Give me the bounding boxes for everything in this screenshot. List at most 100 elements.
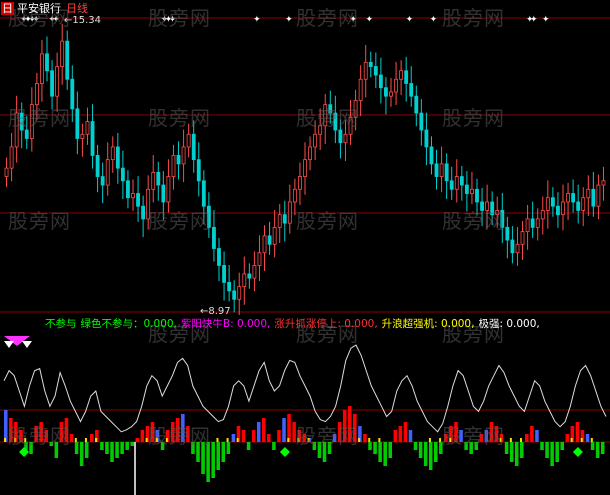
candle-body — [454, 176, 459, 190]
candle-body — [414, 95, 419, 114]
candle-body — [298, 176, 302, 190]
candle-body — [75, 108, 80, 139]
candle-body — [343, 133, 348, 144]
candle-body — [556, 205, 560, 216]
candle-body — [232, 290, 237, 300]
histogram-bar — [585, 434, 590, 442]
histogram-bar — [231, 434, 236, 442]
histogram-bar — [418, 442, 423, 458]
watermark: 股旁网 — [442, 106, 505, 130]
candle-body — [4, 167, 9, 177]
signal-marker: ✦ — [365, 15, 373, 25]
candle-body — [378, 74, 383, 89]
signal-dot — [226, 438, 229, 442]
histogram-bar — [378, 442, 382, 462]
signal-dot — [4, 438, 6, 442]
candle-body — [470, 188, 474, 194]
signal-dot — [84, 438, 87, 442]
histogram-bar — [241, 430, 246, 442]
candle-body — [70, 78, 75, 110]
signal-triangle — [22, 341, 32, 348]
legend-entry: 不参与 — [45, 318, 77, 330]
legend-entry: 紫阳快牛B: 0.000, — [180, 318, 271, 330]
signal-marker: ✦ — [406, 15, 414, 25]
histogram-bar — [267, 434, 271, 442]
candle-body — [95, 155, 100, 177]
histogram-bar — [514, 442, 519, 466]
candle-body — [566, 193, 570, 203]
histogram-bar — [403, 422, 408, 442]
indicator-line — [3, 344, 607, 433]
candle-body — [576, 201, 581, 211]
candle-body — [586, 188, 591, 199]
histogram-bar — [393, 430, 398, 442]
histogram-bar — [79, 442, 84, 466]
histogram-bar — [84, 442, 89, 458]
candle-body — [40, 53, 44, 84]
high-price-label: ←15.34 — [64, 15, 102, 26]
candle-body — [277, 214, 282, 228]
candle-body — [389, 91, 393, 97]
histogram-bar — [90, 434, 94, 442]
candle-body — [601, 180, 606, 186]
signal-dot — [236, 438, 239, 442]
watermark: 股旁网 — [296, 6, 359, 30]
histogram-bar — [251, 430, 256, 442]
histogram-bar — [565, 434, 570, 442]
stock-name: 平安银行 — [17, 2, 61, 15]
candle-body — [424, 129, 429, 148]
histogram-bar — [509, 442, 514, 462]
candle-body — [581, 197, 586, 211]
histogram-bar — [530, 426, 534, 442]
signal-marker: ✦ — [253, 15, 261, 25]
candle-body — [100, 176, 105, 186]
histogram-bar — [287, 414, 291, 442]
candle-body — [50, 70, 54, 97]
candle-body — [9, 146, 14, 169]
histogram-bar — [272, 442, 276, 450]
histogram-bar — [398, 426, 403, 442]
histogram-bar — [595, 442, 600, 458]
histogram-bar — [100, 442, 104, 450]
histogram-bar — [428, 442, 433, 470]
candle-body — [525, 218, 530, 232]
candle-body — [459, 176, 464, 186]
indicator-legend: 不参与 绿色不参与：0.000, 紫阳快牛B: 0.000, 涨升抓涨停上: 0.00… — [45, 318, 544, 331]
watermark: 股旁网 — [296, 106, 359, 130]
signal-marker: ✦ — [530, 15, 538, 25]
candle-body — [267, 235, 272, 245]
candle-body — [561, 201, 565, 216]
histogram-bar — [550, 442, 554, 466]
candle-body — [176, 155, 181, 165]
candle-body — [242, 273, 247, 288]
candle-body — [313, 133, 318, 148]
candle-body — [227, 281, 232, 292]
histogram-bar — [383, 442, 387, 466]
histogram-bar — [590, 442, 595, 450]
histogram-bar — [525, 434, 529, 442]
watermark: 股旁网 — [148, 424, 211, 448]
signal-triangle — [4, 341, 14, 348]
histogram-bar — [434, 442, 438, 462]
histogram-bar — [4, 410, 8, 442]
candle-body — [419, 112, 424, 131]
candle-body — [429, 146, 434, 165]
signal-dot — [439, 438, 442, 442]
histogram-bar — [105, 442, 109, 454]
candle-body — [303, 159, 307, 177]
candle-body — [120, 167, 125, 182]
watermark: 股旁网 — [296, 209, 359, 233]
candle-body — [444, 163, 449, 182]
watermark: 股旁网 — [148, 209, 211, 233]
candle-body — [434, 163, 439, 177]
candle-body — [181, 146, 186, 165]
candle-body — [201, 180, 206, 207]
histogram-bar — [125, 442, 129, 450]
low-price-value: 8.97 — [208, 306, 231, 317]
signal-diamond — [572, 447, 583, 457]
watermark: 股旁网 — [442, 424, 505, 448]
legend-entry: 涨升抓涨停上: 0.000, — [274, 318, 378, 330]
candle-body — [404, 70, 409, 84]
candle-body — [237, 286, 242, 300]
candle-body — [505, 226, 510, 241]
